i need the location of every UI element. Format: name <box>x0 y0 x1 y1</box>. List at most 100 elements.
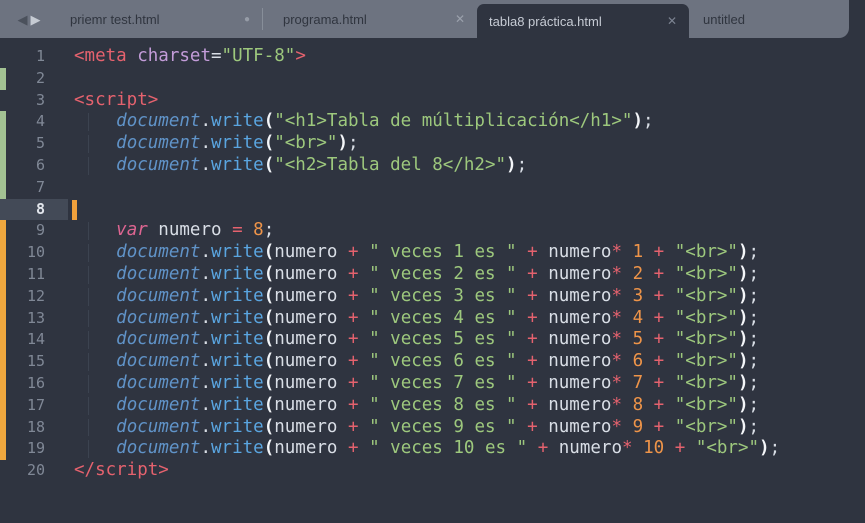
forward-icon[interactable]: ▶ <box>31 13 41 26</box>
code-token: + <box>348 307 359 328</box>
code-line[interactable]: 9 var numero = 8; <box>0 220 865 243</box>
code-line-text: <meta charset="UTF-8"> <box>68 46 865 68</box>
code-line[interactable]: 6 document.write("<h2>Tabla del 8</h2>")… <box>0 154 865 177</box>
code-token: ) <box>737 263 749 284</box>
code-token: + <box>527 285 538 306</box>
code-token: var <box>116 220 148 241</box>
tab-priemr-test-html[interactable]: priemr test.html ● <box>58 0 262 38</box>
tab-untitled[interactable]: untitled <box>689 0 839 38</box>
tab-tabla8-pr-ctica-html[interactable]: tabla8 práctica.html ✕ <box>477 4 689 38</box>
line-number[interactable]: 17 <box>6 395 68 417</box>
code-line[interactable]: 4 document.write("<h1>Tabla de múltiplic… <box>0 111 865 134</box>
line-number[interactable]: 11 <box>6 264 68 286</box>
line-number[interactable]: 14 <box>6 329 68 351</box>
code-line[interactable]: 3 <script> <box>0 90 865 112</box>
code-line[interactable]: 17 document.write(numero + " veces 8 es … <box>0 394 865 417</box>
code-line[interactable]: 18 document.write(numero + " veces 9 es … <box>0 416 865 439</box>
line-number[interactable]: 20 <box>6 460 68 482</box>
line-number[interactable]: 8 <box>6 199 68 221</box>
code-token: document <box>116 111 201 132</box>
line-number[interactable]: 1 <box>6 46 68 68</box>
code-token: + <box>527 394 538 415</box>
code-line[interactable]: 2 <box>0 67 865 90</box>
code-line[interactable]: 19 document.write(numero + " veces 10 es… <box>0 438 865 461</box>
tab-programa-html[interactable]: programa.html ✕ <box>263 0 477 38</box>
code-token: 1 <box>632 242 644 263</box>
code-token: numero <box>274 351 348 372</box>
line-number[interactable]: 13 <box>6 308 68 330</box>
line-number[interactable]: 12 <box>6 286 68 308</box>
line-number[interactable]: 7 <box>6 177 68 199</box>
tab-label: tabla8 práctica.html <box>489 13 602 29</box>
code-token: ) <box>737 285 749 306</box>
code-token: + <box>653 285 665 306</box>
back-icon[interactable]: ◀ <box>18 13 28 26</box>
code-token: document <box>116 394 201 415</box>
code-token: . <box>200 416 211 437</box>
code-token: ( <box>263 263 275 284</box>
code-token: + <box>348 263 359 284</box>
code-token: " veces 8 es " <box>369 394 517 415</box>
code-token: . <box>200 394 211 415</box>
code-token: 5 <box>632 329 644 350</box>
code-line[interactable]: 16 document.write(numero + " veces 7 es … <box>0 372 865 395</box>
close-icon[interactable]: ✕ <box>455 12 465 26</box>
code-line[interactable]: 1 <meta charset="UTF-8"> <box>0 46 865 68</box>
line-number[interactable]: 2 <box>6 68 68 90</box>
close-icon[interactable]: ✕ <box>667 14 677 28</box>
code-token: 3 <box>632 285 644 306</box>
code-line[interactable]: 15 document.write(numero + " veces 6 es … <box>0 351 865 373</box>
line-number[interactable]: 18 <box>6 417 68 439</box>
code-token: * <box>611 372 623 393</box>
line-number[interactable]: 4 <box>6 111 68 133</box>
code-line[interactable]: 12 document.write(numero + " veces 3 es … <box>0 285 865 308</box>
gutter-cell: 1 <box>0 46 68 68</box>
code-line[interactable]: 14 document.write(numero + " veces 5 es … <box>0 329 865 352</box>
code-line[interactable]: 20 </script> <box>0 460 865 482</box>
code-token: ; <box>748 416 760 437</box>
line-number[interactable]: 6 <box>6 155 68 177</box>
code-token: write <box>211 351 264 372</box>
code-token: + <box>537 438 549 459</box>
code-token: charset <box>137 46 211 66</box>
code-token: ( <box>263 329 275 350</box>
line-number[interactable]: 3 <box>6 90 68 112</box>
line-number[interactable]: 9 <box>6 220 68 242</box>
code-token: 9 <box>632 416 644 437</box>
code-token: = <box>211 46 222 66</box>
code-line[interactable]: 13 document.write(numero + " veces 4 es … <box>0 307 865 330</box>
line-number[interactable]: 5 <box>6 133 68 155</box>
line-number[interactable]: 19 <box>6 438 68 460</box>
code-token: > <box>295 46 306 66</box>
line-number[interactable]: 16 <box>6 373 68 395</box>
line-number[interactable]: 15 <box>6 351 68 373</box>
code-line[interactable]: 5 document.write("<br>"); <box>0 133 865 155</box>
code-token: + <box>653 394 665 415</box>
code-line[interactable]: 11 document.write(numero + " veces 2 es … <box>0 263 865 286</box>
gutter-cell: 4 <box>0 111 68 134</box>
line-number[interactable]: 10 <box>6 242 68 264</box>
code-line[interactable]: 8 <box>0 198 865 221</box>
code-line[interactable]: 7 <box>0 176 865 199</box>
code-line[interactable]: 10 document.write(numero + " veces 1 es … <box>0 242 865 264</box>
code-lines: 1 <meta charset="UTF-8"> 2 3 <script> 4 docum… <box>0 46 865 482</box>
code-line-text: </script> <box>68 460 865 482</box>
code-editor[interactable]: 1 <meta charset="UTF-8"> 2 3 <script> 4 docum… <box>0 38 865 523</box>
code-token: document <box>116 329 201 350</box>
code-token: ; <box>748 263 760 284</box>
code-token: document <box>116 154 201 175</box>
